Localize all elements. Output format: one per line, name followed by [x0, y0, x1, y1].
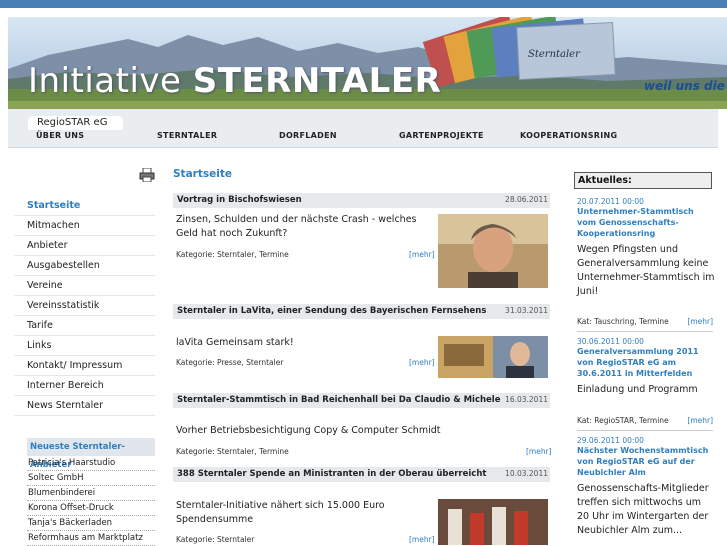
news-text: Wegen Pfingsten und Generalversammlung k…: [577, 244, 715, 297]
site-slogan: weil uns die R: [644, 79, 727, 93]
more-link[interactable]: [mehr]: [687, 317, 713, 326]
article-teaser: Sterntaler-Initiative nähert sich 15.000…: [176, 500, 385, 525]
news-item: 30.06.2011 00:00 Generalversammlung 2011…: [577, 337, 715, 397]
news-text: Genossenschafts-Mitglieder treffen sich …: [577, 483, 709, 536]
sidebar-item-tarife[interactable]: Tarife: [14, 316, 155, 336]
sidebar-item-startseite[interactable]: Startseite: [14, 196, 155, 216]
article-date: 31.03.2011: [505, 306, 548, 315]
main-nav: RegioSTAR eG ÜBER UNS STERNTALER DORFLAD…: [8, 109, 718, 148]
news-footer: Kat: RegioSTAR, Termine [mehr]: [577, 416, 713, 431]
article-category: Kategorie: Sterntaler, Termine: [176, 447, 289, 456]
top-strip: [0, 0, 727, 8]
card-label: Sterntaler: [528, 49, 581, 60]
news-title[interactable]: Unternehmer-Stammtisch vom Genossenschaf…: [577, 206, 715, 239]
header-banner: Sterntaler Initiative STERNTALER weil un…: [8, 17, 727, 109]
news-category: Kat: RegioSTAR, Termine: [577, 416, 669, 425]
news-title[interactable]: Nächster Wochenstammtisch von RegioSTAR …: [577, 445, 715, 478]
article-category: Kategorie: Sterntaler: [176, 535, 255, 544]
nav-dorfladen[interactable]: DORFLADEN: [279, 131, 337, 140]
sidebar-item-interner-bereich[interactable]: Interner Bereich: [14, 376, 155, 396]
news-item: 29.06.2011 00:00 Nächster Wochenstammtis…: [577, 436, 715, 538]
news-date: 29.06.2011 00:00: [577, 436, 644, 445]
news-text: Einladung und Programm: [577, 384, 698, 395]
more-link[interactable]: [mehr]: [687, 416, 713, 425]
tab-regiostar[interactable]: RegioSTAR eG: [28, 116, 123, 130]
page-title: Startseite: [173, 168, 232, 180]
news-date: 20.07.2011 00:00: [577, 197, 644, 206]
newest-providers-box: Neueste Sterntaler-Anbieter Patricia's H…: [27, 438, 155, 546]
article-photo-portrait[interactable]: [438, 214, 548, 288]
article-photo-ministranten[interactable]: [438, 499, 548, 545]
article-title[interactable]: Vortrag in Bischofswiesen: [177, 195, 302, 205]
article-item: Sterntaler-Stammtisch in Bad Reichenhall…: [173, 393, 552, 465]
article-title[interactable]: Sterntaler in LaVita, einer Sendung des …: [177, 306, 486, 316]
article-date: 28.06.2011: [505, 195, 548, 204]
news-footer: Kat: Tauschring, Termine [mehr]: [577, 317, 713, 332]
article-item: Vortrag in Bischofswiesen 28.06.2011 Zins…: [173, 193, 550, 293]
sidebar-nav: Startseite Mitmachen Anbieter Ausgabeste…: [14, 196, 155, 416]
article-item: 388 Sterntaler Spende an Ministranten in…: [173, 467, 550, 545]
article-item: Sterntaler in LaVita, einer Sendung des …: [173, 304, 550, 384]
nav-kooperationsring[interactable]: KOOPERATIONSRING: [520, 131, 617, 140]
article-date: 10.03.2011: [505, 469, 548, 478]
sidebar-item-ausgabestellen[interactable]: Ausgabestellen: [14, 256, 155, 276]
news-item: 20.07.2011 00:00 Unternehmer-Stammtisch …: [577, 197, 715, 299]
sidebar-item-kontakt[interactable]: Kontakt/ Impressum: [14, 356, 155, 376]
news-title[interactable]: Generalversammlung 2011 von RegioSTAR eG…: [577, 346, 715, 379]
provider-link[interactable]: Korona Offset-Druck: [27, 501, 155, 516]
more-link[interactable]: [mehr]: [526, 447, 552, 456]
article-teaser: laVita Gemeinsam stark!: [176, 337, 294, 348]
provider-link[interactable]: Patricia's Haarstudio: [27, 456, 155, 471]
news-category: Kat: Tauschring, Termine: [577, 317, 669, 326]
provider-link[interactable]: Blumenbinderei: [27, 486, 155, 501]
site-title: Initiative STERNTALER: [28, 61, 442, 101]
article-teaser: Vorher Betriebsbesichtigung Copy & Compu…: [176, 425, 441, 436]
more-link[interactable]: [mehr]: [409, 250, 435, 259]
news-date: 30.06.2011 00:00: [577, 337, 644, 346]
article-date: 16.03.2011: [505, 395, 548, 404]
article-category: Kategorie: Sterntaler, Termine: [176, 250, 289, 259]
more-link[interactable]: [mehr]: [409, 535, 435, 544]
provider-link[interactable]: Tanja's Bäckerladen: [27, 516, 155, 531]
sidebar-item-vereinsstatistik[interactable]: Vereinsstatistik: [14, 296, 155, 316]
sidebar-item-anbieter[interactable]: Anbieter: [14, 236, 155, 256]
article-title[interactable]: 388 Sterntaler Spende an Ministranten in…: [177, 469, 486, 479]
aktuelles-title: Aktuelles:: [574, 172, 712, 189]
newest-providers-title: Neueste Sterntaler-Anbieter: [27, 438, 155, 470]
aktuelles-panel: Aktuelles:: [574, 172, 715, 189]
sidebar-item-mitmachen[interactable]: Mitmachen: [14, 216, 155, 236]
article-teaser: Zinsen, Schulden und der nächste Crash -…: [176, 214, 417, 239]
nav-sterntaler[interactable]: STERNTALER: [157, 131, 217, 140]
more-link[interactable]: [mehr]: [409, 358, 435, 367]
provider-link[interactable]: Soltec GmbH: [27, 471, 155, 486]
provider-link[interactable]: Reformhaus am Marktplatz: [27, 531, 155, 546]
sidebar-item-vereine[interactable]: Vereine: [14, 276, 155, 296]
article-photo-tv[interactable]: [438, 336, 548, 378]
nav-ueber-uns[interactable]: ÜBER UNS: [36, 131, 84, 140]
nav-gartenprojekte[interactable]: GARTENPROJEKTE: [399, 131, 484, 140]
sidebar-item-news[interactable]: News Sterntaler: [14, 396, 155, 416]
printer-icon[interactable]: [139, 167, 155, 186]
sidebar-item-links[interactable]: Links: [14, 336, 155, 356]
article-title[interactable]: Sterntaler-Stammtisch in Bad Reichenhall…: [177, 395, 500, 405]
article-category: Kategorie: Presse, Sterntaler: [176, 358, 284, 367]
